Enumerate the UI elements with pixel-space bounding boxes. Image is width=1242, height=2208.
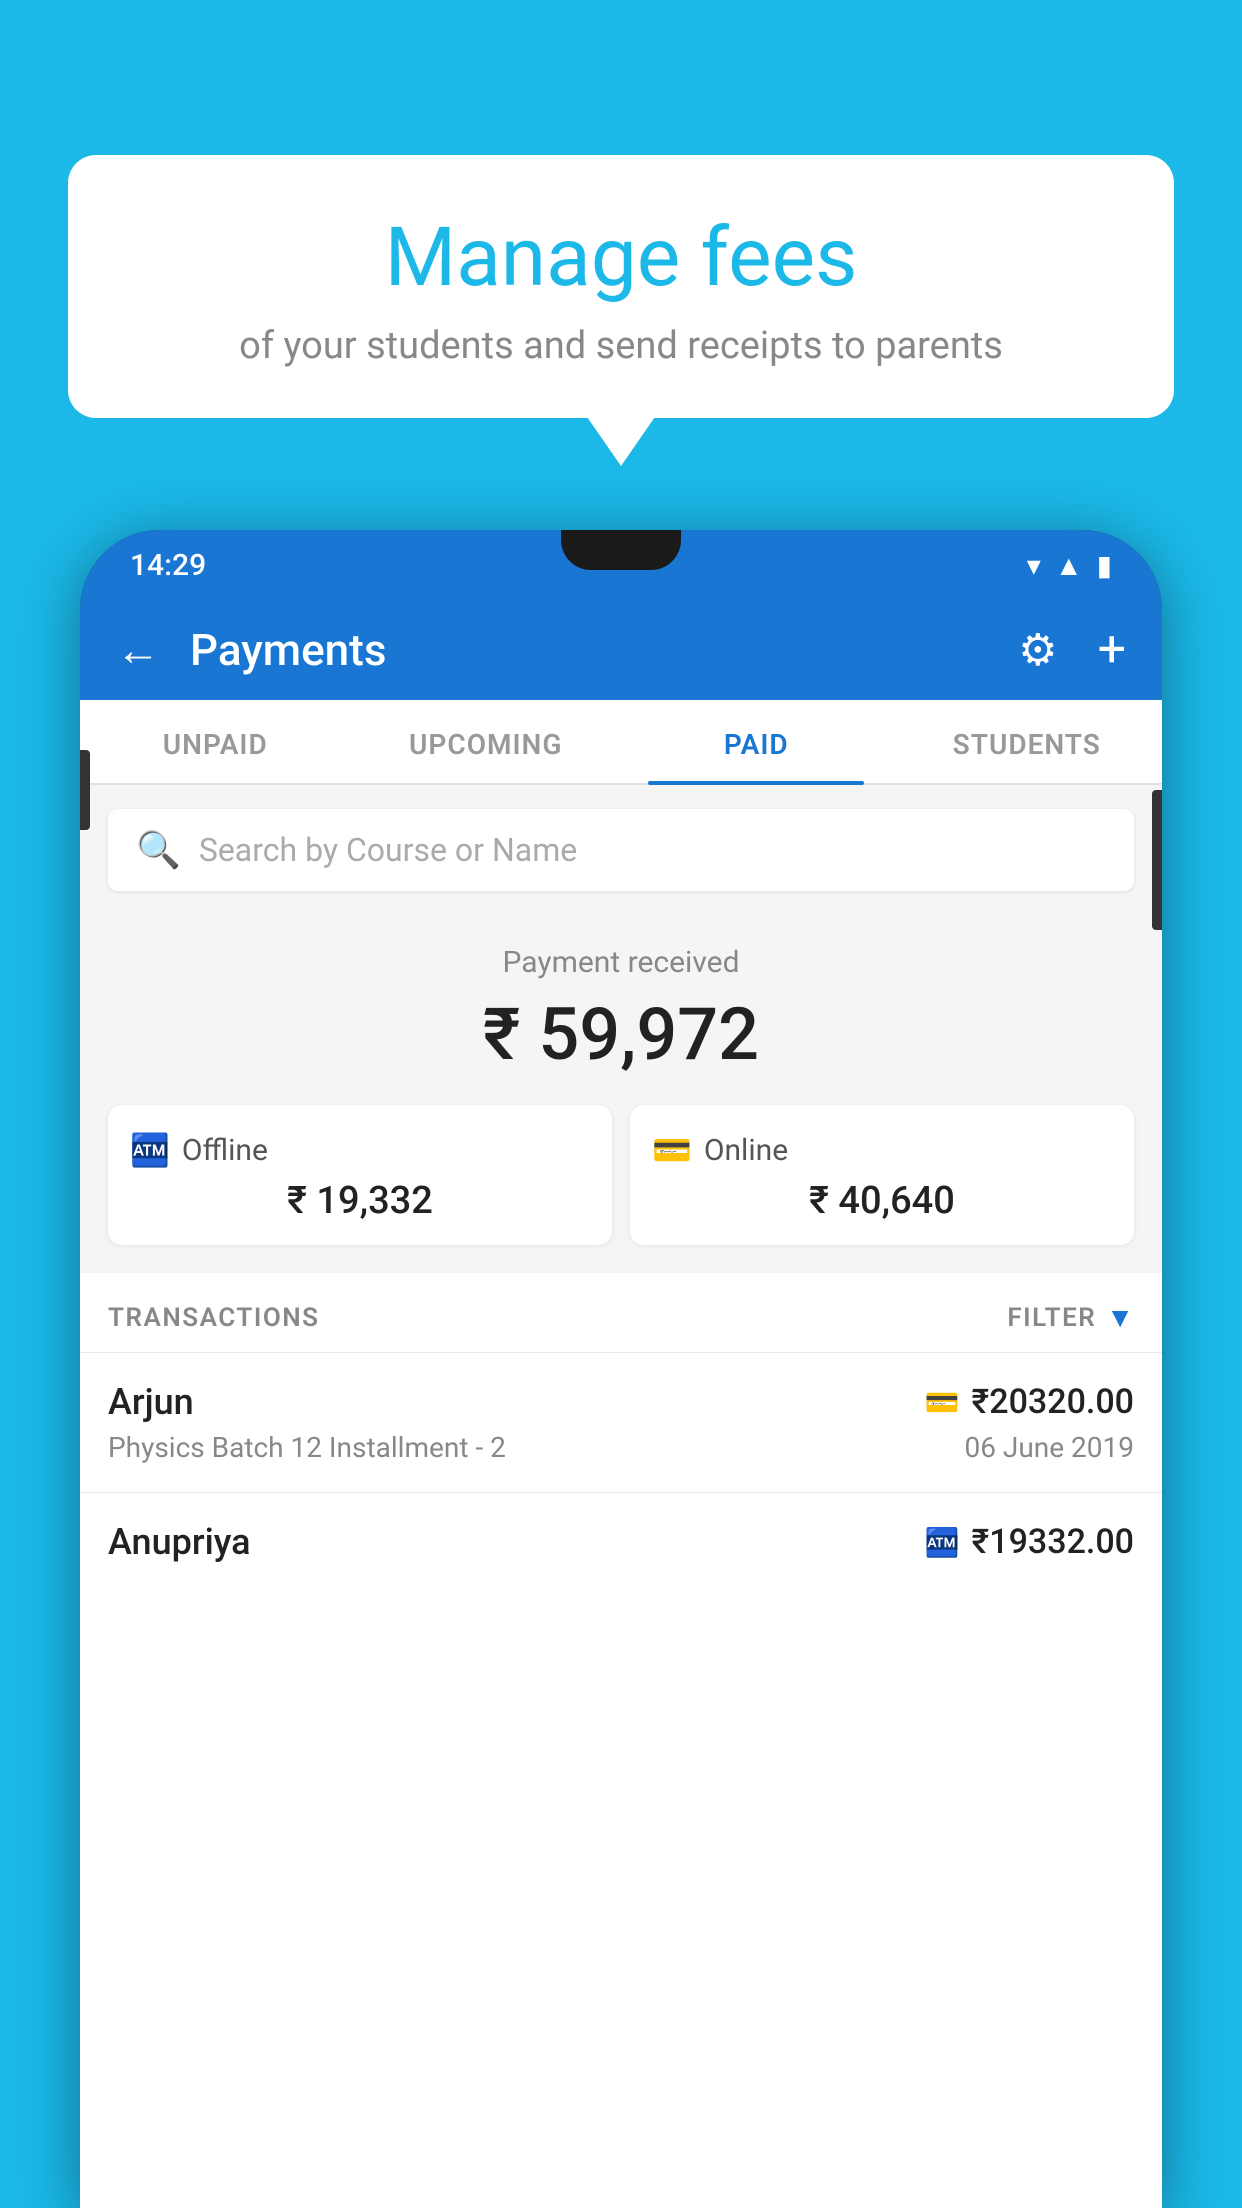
wifi-icon: ▾ bbox=[1027, 549, 1041, 582]
offline-amount: ₹ 19,332 bbox=[130, 1179, 590, 1223]
search-input[interactable]: Search by Course or Name bbox=[199, 831, 577, 869]
transaction-top: Arjun 💳 ₹20320.00 bbox=[108, 1381, 1134, 1423]
table-row[interactable]: Anupriya 🏧 ₹19332.00 bbox=[80, 1492, 1162, 1599]
phone-screen: UNPAID UPCOMING PAID STUDENTS 🔍 Search b… bbox=[80, 700, 1162, 2208]
transactions-label: TRANSACTIONS bbox=[108, 1303, 320, 1333]
student-name: Arjun bbox=[108, 1381, 194, 1423]
payment-total-amount: ₹ 59,972 bbox=[108, 992, 1134, 1077]
transactions-header: TRANSACTIONS FILTER ▼ bbox=[80, 1273, 1162, 1352]
table-row[interactable]: Arjun 💳 ₹20320.00 Physics Batch 12 Insta… bbox=[80, 1352, 1162, 1492]
student-name-2: Anupriya bbox=[108, 1521, 251, 1563]
offline-card: 🏧 Offline ₹ 19,332 bbox=[108, 1105, 612, 1245]
transaction-top-2: Anupriya 🏧 ₹19332.00 bbox=[108, 1521, 1134, 1563]
filter-area[interactable]: FILTER ▼ bbox=[1007, 1301, 1134, 1334]
card-payment-icon: 💳 bbox=[925, 1386, 960, 1419]
online-card: 💳 Online ₹ 40,640 bbox=[630, 1105, 1134, 1245]
back-button[interactable]: ← bbox=[116, 624, 160, 676]
amount-area-2: 🏧 ₹19332.00 bbox=[925, 1522, 1134, 1562]
tab-unpaid[interactable]: UNPAID bbox=[80, 700, 351, 783]
settings-button[interactable]: ⚙ bbox=[1018, 624, 1057, 676]
add-button[interactable]: + bbox=[1098, 621, 1126, 679]
tab-students[interactable]: STUDENTS bbox=[892, 700, 1163, 783]
amount-area: 💳 ₹20320.00 bbox=[925, 1382, 1134, 1422]
search-container: 🔍 Search by Course or Name bbox=[80, 785, 1162, 915]
transaction-amount-2: ₹19332.00 bbox=[972, 1522, 1134, 1562]
header-title: Payments bbox=[190, 624, 988, 676]
transaction-date: 06 June 2019 bbox=[964, 1431, 1134, 1464]
payment-received-label: Payment received bbox=[108, 945, 1134, 980]
online-amount: ₹ 40,640 bbox=[652, 1179, 1112, 1223]
offline-card-top: 🏧 Offline bbox=[130, 1131, 590, 1169]
online-icon: 💳 bbox=[652, 1131, 692, 1169]
payment-cards: 🏧 Offline ₹ 19,332 💳 Online ₹ 40,640 bbox=[108, 1105, 1134, 1245]
signal-icon: ▲ bbox=[1055, 549, 1083, 582]
online-card-top: 💳 Online bbox=[652, 1131, 1112, 1169]
battery-icon: ▮ bbox=[1097, 549, 1112, 582]
transaction-amount: ₹20320.00 bbox=[972, 1382, 1134, 1422]
status-icons: ▾ ▲ ▮ bbox=[1027, 549, 1112, 582]
speech-bubble: Manage fees of your students and send re… bbox=[68, 155, 1174, 418]
status-bar: 14:29 ▾ ▲ ▮ bbox=[80, 530, 1162, 600]
cash-payment-icon: 🏧 bbox=[925, 1526, 960, 1559]
status-time: 14:29 bbox=[130, 548, 206, 583]
power-button bbox=[1152, 790, 1162, 930]
bubble-subtitle: of your students and send receipts to pa… bbox=[128, 324, 1114, 368]
search-bar[interactable]: 🔍 Search by Course or Name bbox=[108, 809, 1134, 891]
offline-label: Offline bbox=[182, 1133, 268, 1168]
tab-upcoming[interactable]: UPCOMING bbox=[351, 700, 622, 783]
payment-summary: Payment received ₹ 59,972 🏧 Offline ₹ 19… bbox=[80, 915, 1162, 1273]
filter-icon: ▼ bbox=[1106, 1301, 1134, 1334]
phone-notch bbox=[561, 530, 681, 570]
tabs-bar: UNPAID UPCOMING PAID STUDENTS bbox=[80, 700, 1162, 785]
app-header: ← Payments ⚙ + bbox=[80, 600, 1162, 700]
bubble-title: Manage fees bbox=[128, 210, 1114, 306]
tab-paid[interactable]: PAID bbox=[621, 700, 892, 783]
phone-frame: 14:29 ▾ ▲ ▮ ← Payments ⚙ + UNPAID UPCOMI… bbox=[80, 530, 1162, 2208]
search-icon: 🔍 bbox=[136, 829, 181, 871]
course-info: Physics Batch 12 Installment - 2 bbox=[108, 1431, 506, 1464]
offline-icon: 🏧 bbox=[130, 1131, 170, 1169]
transaction-bottom: Physics Batch 12 Installment - 2 06 June… bbox=[108, 1431, 1134, 1464]
online-label: Online bbox=[704, 1133, 788, 1168]
filter-label: FILTER bbox=[1007, 1303, 1096, 1333]
